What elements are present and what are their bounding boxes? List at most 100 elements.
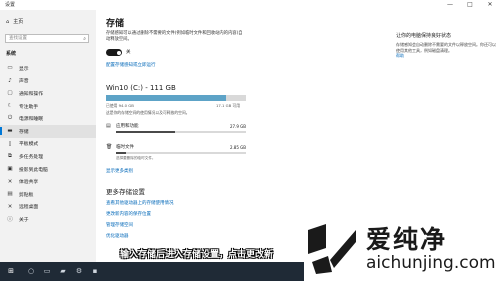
notification-icon: ▢ — [7, 90, 13, 97]
windows-start-icon[interactable]: ⊞ — [6, 265, 16, 278]
sidebar-item-label: 平板模式 — [19, 142, 39, 148]
sidebar-item-tablet[interactable]: ▯ 平板模式 — [0, 138, 96, 151]
home-label: 主页 — [13, 19, 24, 25]
sidebar: ⌂ 主页 查找设置 ⌕ 系统 ▭ 显示 ♪ 声音 ▢ 通知和操作 ☾ 专注助手 ⏻ 电源和… — [0, 10, 96, 262]
sidebar-item-label: 显示 — [19, 66, 29, 72]
logo-mark-icon — [308, 224, 356, 274]
category-label: 应用和功能 — [116, 124, 139, 129]
sidebar-item-focus[interactable]: ☾ 专注助手 — [0, 100, 96, 113]
display-icon: ▭ — [7, 65, 13, 72]
nav-list: ▭ 显示 ♪ 声音 ▢ 通知和操作 ☾ 专注助手 ⏻ 电源和睡眠 ▬ 存储 ▯ 平板模式 ⧉ 多… — [0, 62, 96, 226]
drive-free-text: 17.1 GB 可用 — [216, 103, 241, 108]
drive-usage-bar — [106, 95, 246, 101]
search-icon[interactable]: ○ — [26, 265, 36, 278]
project-icon: ▣ — [7, 166, 13, 173]
home-link[interactable]: ⌂ 主页 — [6, 18, 24, 26]
sidebar-item-display[interactable]: ▭ 显示 — [0, 62, 96, 75]
sidebar-item-storage[interactable]: ▬ 存储 — [0, 124, 96, 138]
file-explorer-icon[interactable]: ▰ — [58, 265, 68, 278]
help-panel-link[interactable]: 帮助 — [396, 53, 496, 59]
app-icon[interactable]: ▪ — [90, 265, 100, 278]
section-label: 系统 — [6, 51, 17, 57]
drive-title: Win10 (C:) - 111 GB — [106, 84, 176, 92]
more-settings-title: 更多存储设置 — [106, 188, 145, 196]
sidebar-item-label: 存储 — [19, 129, 29, 135]
tablet-icon: ▯ — [8, 140, 12, 147]
sidebar-item-clipboard[interactable]: ▤ 剪贴板 — [0, 188, 96, 201]
watermark-brand-cn: 爱纯净 — [366, 225, 448, 254]
category-subtext: 选择要删除的临时文件。 — [116, 156, 156, 160]
watermark-logo: 爱纯净 aichunjing.com — [304, 214, 500, 281]
sidebar-item-label: 专注助手 — [19, 104, 39, 110]
trash-icon: 🗑 — [106, 144, 113, 150]
title-bar: 设置 — □ ✕ — [0, 0, 500, 10]
sidebar-item-label: 多任务处理 — [19, 154, 43, 160]
power-icon: ⏻ — [7, 115, 13, 122]
category-temp-files[interactable]: 🗑 临时文件 2.85 GB 选择要删除的临时文件。 — [106, 144, 246, 161]
toggle-state-label: 关 — [126, 50, 131, 55]
multitask-icon: ⧉ — [8, 152, 12, 159]
category-bar — [116, 131, 246, 133]
sidebar-item-sound[interactable]: ♪ 声音 — [0, 75, 96, 88]
category-bar-fill — [116, 152, 127, 154]
apps-icon: ▤ — [106, 123, 111, 129]
moon-icon: ☾ — [7, 103, 13, 110]
drive-used-text: 已使用 94.0 GB — [106, 103, 134, 108]
task-view-icon[interactable]: ▭ — [42, 265, 52, 278]
sidebar-item-label: 关于 — [19, 217, 29, 223]
help-panel-text: 存储感知会自动删除不需要的文件以释放空间。你还可以使用其他工具，例如磁盘清理。 — [396, 42, 496, 53]
sidebar-item-label: 剪贴板 — [19, 192, 34, 198]
drive-usage-fill — [106, 95, 227, 101]
sidebar-item-project[interactable]: ▣ 投影到此电脑 — [0, 163, 96, 176]
more-link-other-drives[interactable]: 查看其他驱动器上的存储使用情况 — [106, 200, 174, 206]
sidebar-item-label: 投影到此电脑 — [19, 167, 48, 173]
sidebar-item-multitask[interactable]: ⧉ 多任务处理 — [0, 150, 96, 163]
toggle-knob — [116, 50, 121, 55]
storage-sense-description: 存储感知可以通过删除不需要的文件(例如临时文件和回收站内的内容)自动释放空间。 — [106, 31, 243, 42]
drive-note: 这是你的存储空间的使用情况以及可释放的空间。 — [106, 110, 190, 115]
sidebar-item-label: 体验共享 — [19, 180, 39, 186]
sidebar-item-label: 远程桌面 — [19, 205, 39, 211]
info-icon: ⓘ — [7, 217, 13, 224]
sidebar-item-power[interactable]: ⏻ 电源和睡眠 — [0, 112, 96, 125]
category-size: 2.85 GB — [229, 144, 246, 150]
storage-icon: ▬ — [7, 128, 13, 135]
video-subtitle: 输入存储后进入存储设置，点击更改新 — [120, 250, 274, 260]
more-link-manage-spaces[interactable]: 管理存储空间 — [106, 222, 133, 228]
speaker-icon: ♪ — [8, 77, 12, 84]
watermark-domain: aichunjing.com — [366, 253, 496, 273]
show-more-categories-link[interactable]: 显示更多类别 — [106, 168, 133, 174]
sidebar-item-label: 通知和操作 — [19, 91, 43, 97]
close-button[interactable]: ✕ — [480, 0, 500, 10]
search-placeholder: 查找设置 — [9, 36, 27, 41]
sidebar-item-label: 声音 — [19, 79, 29, 85]
category-label: 临时文件 — [116, 145, 134, 150]
search-icon: ⌕ — [83, 36, 86, 42]
category-bar-fill — [116, 131, 175, 133]
sidebar-item-about[interactable]: ⓘ 关于 — [0, 213, 96, 226]
minimize-button[interactable]: — — [440, 0, 460, 10]
window-controls: — □ ✕ — [440, 0, 500, 10]
share-icon: ✕ — [7, 178, 13, 185]
sidebar-item-label: 电源和睡眠 — [19, 117, 43, 123]
page-title: 存储 — [106, 19, 125, 29]
clipboard-icon: ▤ — [7, 191, 13, 198]
sidebar-item-remote[interactable]: ✕ 远程桌面 — [0, 201, 96, 214]
more-link-save-location[interactable]: 更改新内容的保存位置 — [106, 211, 151, 217]
sidebar-item-notifications[interactable]: ▢ 通知和操作 — [0, 87, 96, 100]
settings-gear-icon[interactable]: ⚙ — [74, 265, 84, 278]
category-size: 27.9 GB — [229, 123, 246, 129]
configure-storage-sense-link[interactable]: 配置存储感知或立即运行 — [106, 62, 156, 68]
help-panel-title: 让你的电脑保持良好状态 — [396, 33, 452, 39]
category-bar — [116, 152, 246, 154]
maximize-button[interactable]: □ — [460, 0, 480, 10]
right-help-panel: 让你的电脑保持良好状态 存储感知会自动删除不需要的文件以释放空间。你还可以使用其… — [396, 32, 496, 59]
remote-icon: ✕ — [7, 203, 13, 210]
storage-sense-toggle[interactable] — [106, 49, 122, 56]
home-icon: ⌂ — [6, 18, 10, 25]
more-link-optimize-drives[interactable]: 优化驱动器 — [106, 233, 129, 239]
search-input[interactable]: 查找设置 ⌕ — [5, 34, 89, 43]
window-title: 设置 — [5, 2, 16, 8]
sidebar-item-share[interactable]: ✕ 体验共享 — [0, 175, 96, 188]
category-apps[interactable]: ▤ 应用和功能 27.9 GB — [106, 123, 246, 133]
